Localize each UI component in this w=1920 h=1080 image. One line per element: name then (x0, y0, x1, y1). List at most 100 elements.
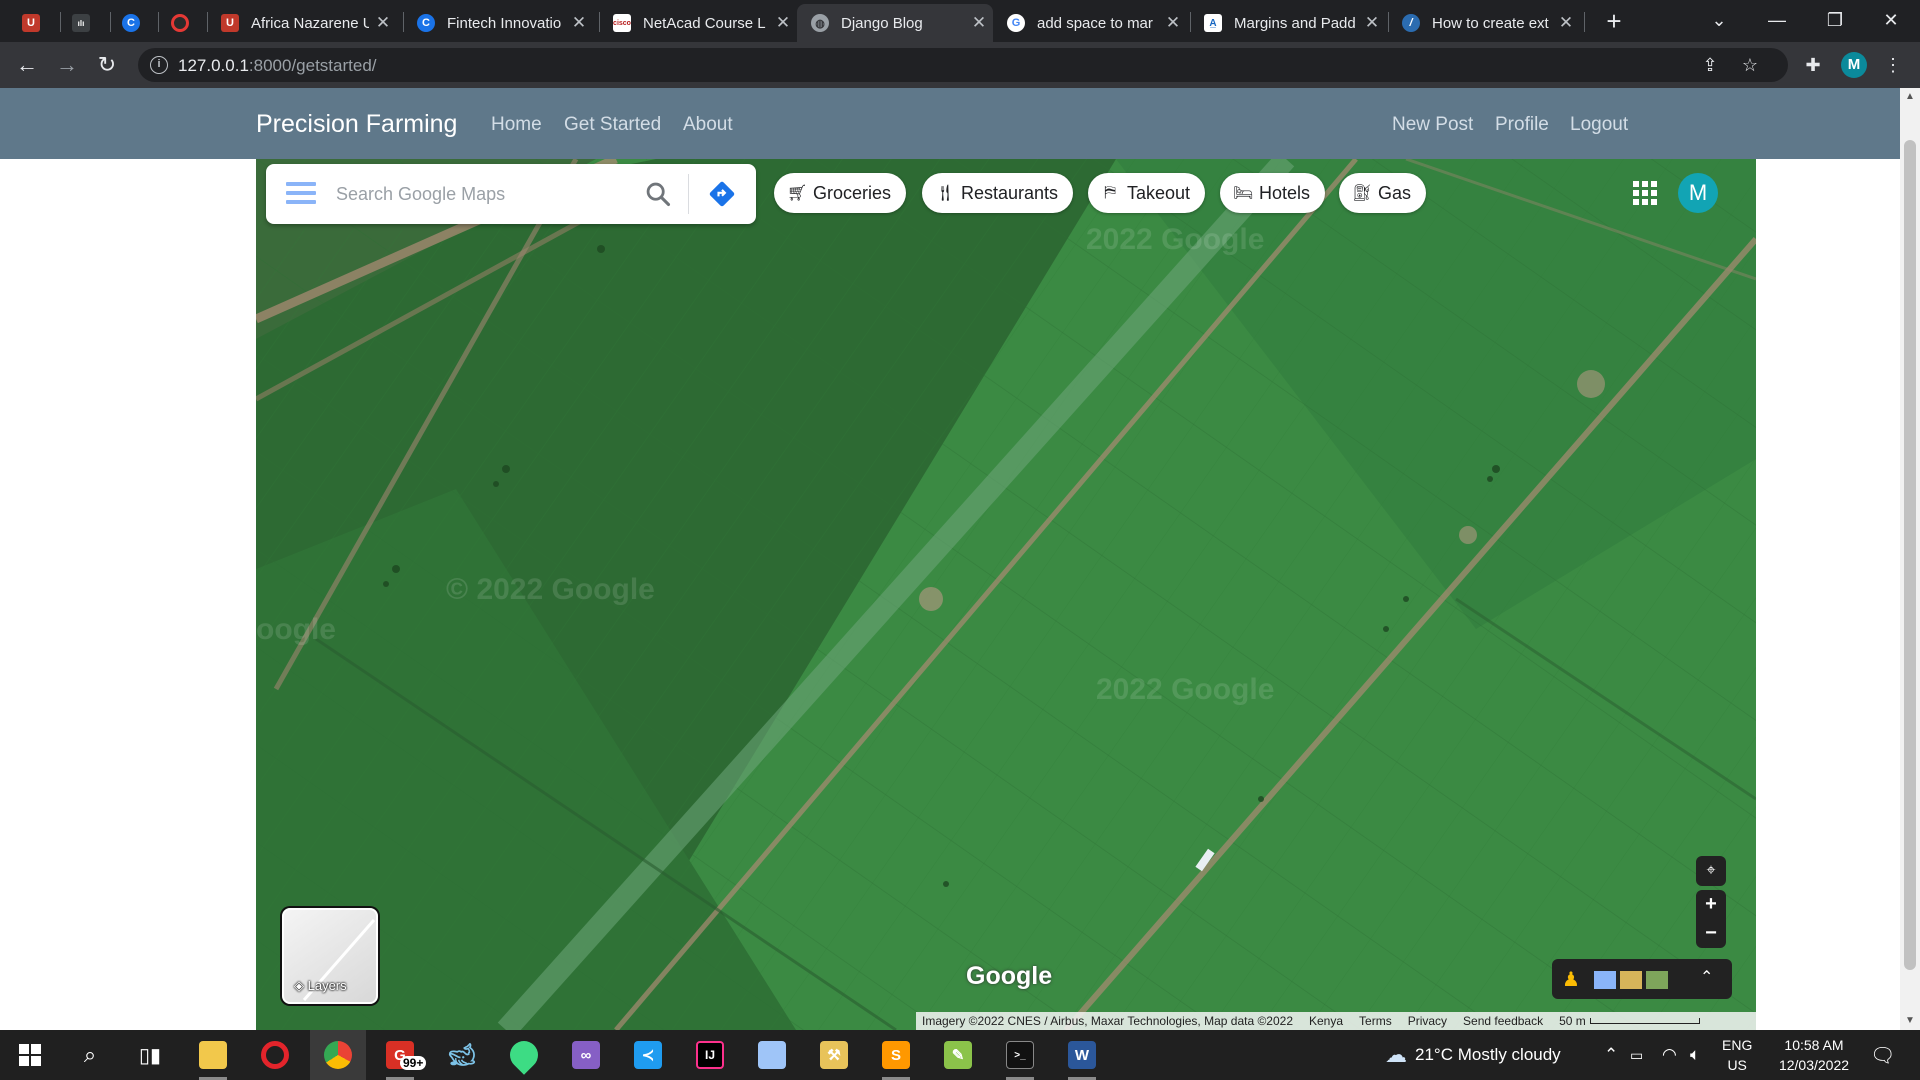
chip-gas[interactable]: ⛽︎ Gas (1339, 173, 1427, 213)
close-tab-icon[interactable]: ✕ (1358, 13, 1386, 33)
directions-icon[interactable] (708, 180, 736, 208)
tab-search-button[interactable]: ⌄ (1690, 0, 1748, 42)
maps-account-avatar[interactable]: M (1678, 173, 1718, 213)
tab-margins-padding[interactable]: A̲ Margins and Padd ✕ (1190, 4, 1386, 42)
volume-icon[interactable]: 🔈︎ (1690, 1030, 1700, 1080)
imagery-thumb-2[interactable] (1620, 971, 1642, 989)
scroll-down-arrow[interactable]: ▼ (1900, 1012, 1920, 1030)
restore-button[interactable]: ❐ (1806, 0, 1864, 42)
pinned-tab-3[interactable]: C (122, 4, 146, 42)
footer-link-privacy[interactable]: Privacy (1408, 1014, 1447, 1028)
language-indicator[interactable]: ENG US (1722, 1030, 1752, 1080)
expand-chevron-icon[interactable]: ⌃ (1700, 967, 1713, 987)
taskbar-maps-pin[interactable] (496, 1030, 552, 1080)
start-button[interactable] (2, 1030, 58, 1080)
taskbar-file-explorer[interactable] (185, 1030, 241, 1080)
hamburger-menu-icon[interactable] (286, 182, 316, 208)
taskbar-docker[interactable]: 🐋︎ (434, 1030, 490, 1080)
weather-widget[interactable]: ☁ 21°C Mostly cloudy (1385, 1030, 1561, 1080)
close-tab-icon[interactable]: ✕ (965, 13, 993, 33)
tab-africa-nazarene[interactable]: U Africa Nazarene U ✕ (207, 4, 397, 42)
url-text[interactable]: 127.0.0.1:8000/getstarted/ (178, 56, 377, 76)
close-tab-icon[interactable]: ✕ (1552, 13, 1580, 33)
nav-profile[interactable]: Profile (1495, 114, 1549, 136)
scroll-up-arrow[interactable]: ▲ (1900, 88, 1920, 106)
taskbar-photos[interactable]: ✎ (930, 1030, 986, 1080)
close-tab-icon[interactable]: ✕ (1159, 13, 1187, 33)
tab-django-blog[interactable]: ◍ Django Blog ✕ (797, 4, 993, 42)
clock[interactable]: 10:58 AM 12/03/2022 (1768, 1030, 1860, 1080)
chip-hotels[interactable]: 🛏︎ Hotels (1220, 173, 1326, 213)
profile-avatar[interactable]: M (1841, 52, 1867, 78)
forward-button[interactable]: → (52, 50, 82, 80)
zoom-out-button[interactable]: − (1696, 919, 1726, 948)
layers-toggle[interactable]: ◈ Layers (282, 908, 378, 1004)
layers-label: Layers (307, 978, 347, 993)
reload-button[interactable]: ↻ (92, 50, 122, 80)
taskbar-intellij[interactable]: IJ (682, 1030, 738, 1080)
taskbar-opera[interactable] (247, 1030, 303, 1080)
taskbar-virtualbox[interactable] (744, 1030, 800, 1080)
close-tab-icon[interactable]: ✕ (769, 13, 797, 33)
pinned-tab-4[interactable] (171, 4, 195, 42)
taskbar-sublime[interactable]: S (868, 1030, 924, 1080)
minimize-button[interactable]: — (1748, 0, 1806, 42)
taskbar-word[interactable]: W (1054, 1030, 1110, 1080)
taskbar-visual-studio[interactable]: ∞ (558, 1030, 614, 1080)
taskbar-vscode[interactable]: ≺ (620, 1030, 676, 1080)
pinned-tab-2[interactable]: ılı (72, 4, 96, 42)
pinned-tab-1[interactable]: U (22, 4, 46, 42)
satellite-imagery[interactable]: 2022 Google © 2022 Google oogle 2022 Goo… (256, 159, 1756, 1030)
google-apps-grid-icon[interactable] (1633, 181, 1657, 205)
footer-link-region[interactable]: Kenya (1309, 1014, 1343, 1028)
wifi-icon[interactable]: ◠ (1662, 1030, 1677, 1080)
pegman-icon[interactable]: ♟ (1562, 967, 1580, 992)
imagery-thumb-3[interactable] (1646, 971, 1668, 989)
task-view-button[interactable]: ▯▮ (122, 1030, 178, 1080)
scroll-thumb[interactable] (1904, 140, 1916, 970)
imagery-thumb-1[interactable] (1594, 971, 1616, 989)
nav-new-post[interactable]: New Post (1392, 114, 1473, 136)
tab-how-to-create[interactable]: / How to create ext ✕ (1388, 4, 1580, 42)
extensions-puzzle-icon[interactable]: ✚ (1800, 52, 1826, 78)
chip-groceries[interactable]: 🛒︎ Groceries (774, 173, 907, 213)
kebab-menu-icon[interactable]: ⋮ (1880, 52, 1906, 78)
zoom-in-button[interactable]: + (1696, 890, 1726, 919)
chip-restaurants[interactable]: 🍴︎ Restaurants (922, 173, 1074, 213)
google-map-embed[interactable]: 2022 Google © 2022 Google oogle 2022 Goo… (256, 159, 1756, 1030)
tab-netacad[interactable]: cisco NetAcad Course L ✕ (599, 4, 797, 42)
footer-link-feedback[interactable]: Send feedback (1463, 1014, 1543, 1028)
tab-fintech[interactable]: C Fintech Innovatio ✕ (403, 4, 593, 42)
scale-bar-label[interactable]: 50 m (1559, 1014, 1586, 1028)
site-info-icon[interactable]: i (150, 56, 168, 74)
page-scrollbar[interactable]: ▲ ▼ (1900, 88, 1920, 1030)
notification-center-icon[interactable]: 🗨︎ (1870, 1030, 1895, 1080)
show-hidden-icons[interactable]: ⌃ (1604, 1030, 1618, 1080)
taskbar-search-button[interactable]: ⌕ (62, 1030, 118, 1080)
taskbar-tools[interactable]: ⚒ (806, 1030, 862, 1080)
taskbar-mail[interactable]: G 99+ (372, 1030, 428, 1080)
nav-about[interactable]: About (683, 114, 733, 136)
nav-home[interactable]: Home (491, 114, 542, 136)
bookmark-star-icon[interactable]: ☆ (1738, 53, 1762, 77)
back-button[interactable]: ← (12, 50, 42, 80)
nav-logout[interactable]: Logout (1570, 114, 1628, 136)
footer-link-terms[interactable]: Terms (1359, 1014, 1392, 1028)
maps-search-input[interactable] (336, 180, 626, 208)
my-location-button[interactable]: ⌖ (1696, 856, 1726, 886)
taskbar-chrome[interactable] (310, 1030, 366, 1080)
share-icon[interactable]: ⇪ (1698, 53, 1722, 77)
tab-add-space[interactable]: G add space to mar ✕ (993, 4, 1187, 42)
search-icon[interactable] (644, 180, 672, 208)
close-tab-icon[interactable]: ✕ (565, 13, 593, 33)
battery-icon[interactable]: ▭ (1630, 1030, 1643, 1080)
chip-takeout[interactable]: ⛿ Takeout (1088, 173, 1206, 213)
close-tab-icon[interactable]: ✕ (369, 13, 397, 33)
nav-get-started[interactable]: Get Started (564, 114, 661, 136)
tab-title: NetAcad Course L (643, 14, 766, 32)
new-tab-button[interactable]: + (1600, 6, 1628, 36)
taskbar-terminal[interactable]: >_ (992, 1030, 1048, 1080)
close-window-button[interactable]: ✕ (1862, 0, 1920, 42)
site-brand[interactable]: Precision Farming (256, 110, 457, 139)
address-bar[interactable]: i 127.0.0.1:8000/getstarted/ ⇪ ☆ (138, 48, 1788, 82)
